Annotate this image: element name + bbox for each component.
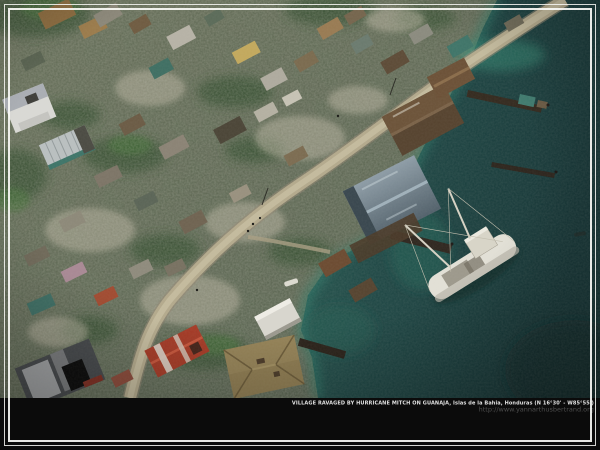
photo-caption: VILLAGE RAVAGED BY HURRICANE MITCH ON GU… — [292, 400, 594, 414]
wallpaper-page: VILLAGE RAVAGED BY HURRICANE MITCH ON GU… — [0, 0, 600, 450]
aerial-photo — [0, 0, 600, 398]
caption-band: VILLAGE RAVAGED BY HURRICANE MITCH ON GU… — [0, 398, 600, 450]
aerial-photo-svg — [0, 0, 600, 398]
vignette — [0, 0, 600, 398]
caption-credit-url: http://www.yannarthusbertrand.org — [292, 407, 594, 414]
